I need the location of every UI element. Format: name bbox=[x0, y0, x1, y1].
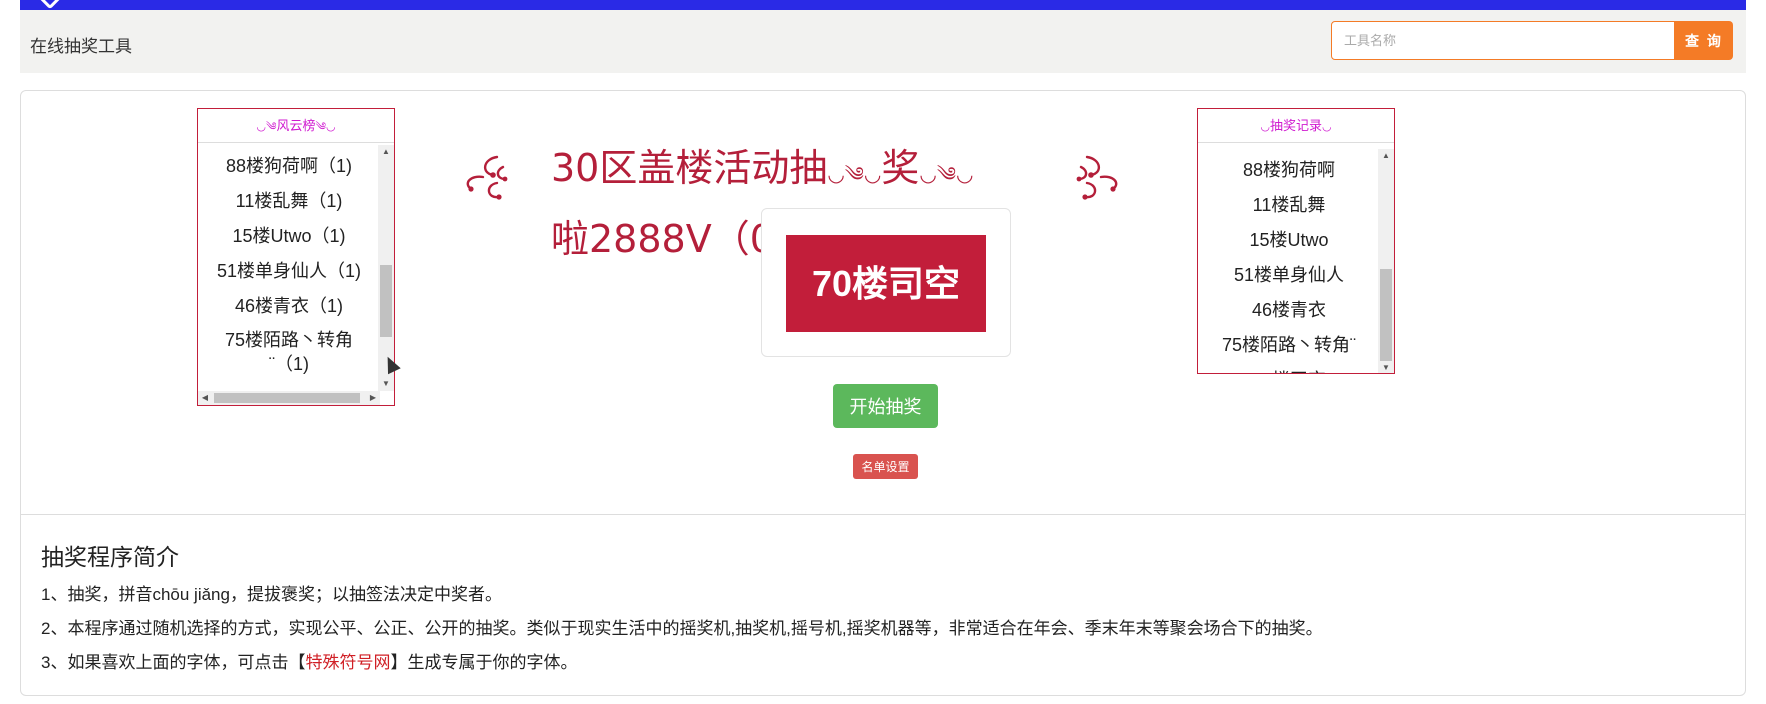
intro-line-3: 3、如果喜欢上面的字体，可点击【特殊符号网】生成专属于你的字体。 bbox=[41, 653, 578, 672]
list-item: 15楼Utwo（1) bbox=[232, 226, 346, 246]
leaderboard-horizontal-scrollbar[interactable]: ◀ ▶ bbox=[198, 391, 380, 405]
header: 在线抽奖工具 查 询 bbox=[20, 10, 1746, 73]
ornament-icon: ༄◡ bbox=[315, 121, 336, 133]
top-bar bbox=[20, 0, 1746, 10]
logo-icon[interactable] bbox=[38, 0, 62, 10]
list-settings-button[interactable]: 名单设置 bbox=[853, 454, 918, 479]
site-title: 在线抽奖工具 bbox=[30, 37, 132, 56]
intro-section: 抽奖程序简介 1、抽奖，拼音chōu jiǎng，提拔褒奖；以抽签法决定中奖者。… bbox=[41, 528, 1721, 680]
records-box: ◡抽奖记录◡ 88楼狗荷啊 11楼乱舞 15楼Utwo 51楼单身仙人 46楼青… bbox=[1197, 108, 1395, 374]
scroll-down-icon[interactable]: ▼ bbox=[1378, 361, 1394, 373]
list-item: 46楼青衣 bbox=[1251, 300, 1327, 320]
leaderboard-title: ◡༄风云榜༄◡ bbox=[198, 109, 394, 143]
scroll-right-icon[interactable]: ▶ bbox=[366, 391, 380, 405]
special-symbols-link[interactable]: 特殊符号网 bbox=[305, 653, 390, 672]
list-item: 75楼陌路丶转角 ¨（1) bbox=[224, 330, 354, 374]
scroll-thumb[interactable] bbox=[380, 265, 392, 337]
list-item: 11楼乱舞 bbox=[1252, 195, 1326, 215]
list-item: 11楼乱舞（1) bbox=[235, 191, 343, 211]
scroll-up-icon[interactable]: ▲ bbox=[1378, 149, 1394, 163]
list-item: 75楼陌路丶转角¨ bbox=[1221, 335, 1356, 355]
leaderboard-box: ◡༄风云榜༄◡ 88楼狗荷啊（1) 11楼乱舞（1) 15楼Utwo（1) 51… bbox=[197, 108, 395, 406]
winner-display: 70楼司空 bbox=[786, 235, 986, 332]
lottery-panel: ◡༄风云榜༄◡ 88楼狗荷啊（1) 11楼乱舞（1) 15楼Utwo（1) 51… bbox=[20, 90, 1746, 696]
records-list[interactable]: 88楼狗荷啊 11楼乱舞 15楼Utwo 51楼单身仙人 46楼青衣 75楼陌路… bbox=[1198, 153, 1380, 373]
list-item: 88楼狗荷啊（1) bbox=[225, 156, 353, 176]
ornament-icon: ◡ bbox=[1260, 121, 1270, 133]
intro-line-2: 2、本程序通过随机选择的方式，实现公平、公正、公开的抽奖。类似于现实生活中的摇奖… bbox=[41, 619, 1323, 638]
scroll-thumb[interactable] bbox=[1380, 269, 1392, 361]
intro-line-1: 1、抽奖，拼音chōu jiǎng，提拔褒奖；以抽签法决定中奖者。 bbox=[41, 585, 502, 604]
records-title: ◡抽奖记录◡ bbox=[1198, 109, 1394, 143]
scroll-down-icon[interactable]: ▼ bbox=[378, 377, 394, 391]
ornament-icon: ◡༄ bbox=[256, 121, 277, 133]
swirl-left-icon bbox=[466, 155, 508, 200]
search-input[interactable] bbox=[1331, 21, 1675, 60]
scroll-up-icon[interactable]: ▲ bbox=[378, 145, 394, 159]
divider bbox=[21, 514, 1745, 515]
intro-heading: 抽奖程序简介 bbox=[41, 544, 179, 570]
list-item: 88楼狗荷啊 bbox=[1242, 160, 1336, 180]
start-lottery-button[interactable]: 开始抽奖 bbox=[833, 384, 938, 428]
list-item: 51楼单身仙人 bbox=[1233, 265, 1345, 285]
result-card: 70楼司空 bbox=[761, 208, 1011, 357]
leaderboard-list[interactable]: 88楼狗荷啊（1) 11楼乱舞（1) 15楼Utwo（1) 51楼单身仙人（1)… bbox=[198, 149, 380, 376]
ornament-icon: ◡༄◡ bbox=[827, 162, 882, 186]
scroll-left-icon[interactable]: ◀ bbox=[198, 391, 212, 405]
list-item: 70楼司空 bbox=[1198, 363, 1380, 373]
list-item: 15楼Utwo bbox=[1249, 230, 1329, 250]
list-item: 46楼青衣（1) bbox=[234, 296, 344, 316]
list-item: 51楼单身仙人（1) bbox=[216, 261, 362, 281]
scroll-thumb[interactable] bbox=[214, 393, 360, 403]
ornament-icon: ◡ bbox=[1322, 121, 1332, 133]
records-vertical-scrollbar[interactable]: ▲ ▼ bbox=[1378, 149, 1394, 373]
search-button[interactable]: 查 询 bbox=[1675, 21, 1733, 60]
ornament-icon: ◡༄◡ bbox=[919, 162, 974, 186]
